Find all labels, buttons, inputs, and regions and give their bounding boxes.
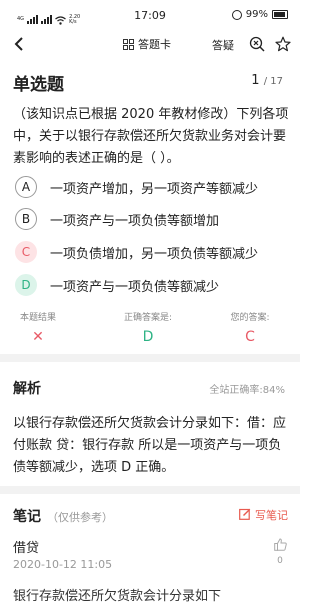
note-text: 借贷: [13, 541, 40, 556]
accuracy-rate: 全站正确率:84%: [209, 385, 285, 396]
option-d[interactable]: D 一项资产与一项负债等额减少: [15, 273, 295, 297]
result-strip: 本题结果 ✕ 正确答案是: D 您的答案: C: [0, 310, 300, 354]
back-icon[interactable]: [12, 36, 28, 52]
your-answer-value: C: [245, 329, 255, 345]
note-date: 2020-10-12 11:05: [13, 558, 113, 571]
your-answer-label: 您的答案:: [230, 313, 270, 323]
write-note-label: 写笔记: [255, 509, 288, 522]
option-letter: C: [15, 241, 37, 263]
like-button[interactable]: 0: [273, 536, 287, 566]
question-total: / 17: [263, 76, 283, 87]
edit-icon: [239, 508, 251, 523]
next-note-preview: 银行存款偿还所欠货款会计分录如下: [13, 589, 222, 604]
analysis-text: 以银行存款偿还所欠货款会计分录如下：借：应付账款 贷：银行存款 所以是一项资产与…: [13, 416, 287, 475]
notes-title-text: 笔记: [13, 509, 41, 525]
analysis-title: 解析: [13, 381, 41, 397]
result-label: 本题结果: [19, 313, 56, 323]
notes-subtitle: （仅供参考）: [47, 511, 113, 524]
option-letter: A: [15, 176, 37, 198]
battery-text: 99%: [245, 9, 268, 20]
like-count: 0: [277, 556, 283, 566]
your-answer-column: 您的答案: C: [200, 310, 300, 345]
search-icon[interactable]: [249, 36, 265, 52]
section-divider: [0, 486, 300, 494]
answer-card-label: 答题卡: [138, 38, 171, 51]
wrong-mark: ✕: [32, 329, 44, 345]
question-current: 1: [251, 73, 260, 88]
section-divider: [0, 354, 300, 362]
question-counter: 1 / 17: [251, 73, 283, 88]
question-type: 单选题: [13, 75, 64, 95]
notes-title: 笔记 （仅供参考）: [13, 506, 113, 526]
option-label: 一项资产与一项负债等额减少: [50, 279, 220, 295]
answer-card-button[interactable]: 答题卡: [123, 36, 171, 52]
nav-bar: 答题卡 答疑: [0, 30, 300, 58]
option-a[interactable]: A 一项资产增加，另一项资产等额减少: [15, 175, 295, 199]
option-c[interactable]: C 一项负债增加，另一项负债等额减少: [15, 240, 295, 264]
option-b[interactable]: B 一项资产与一项负债等额增加: [15, 207, 295, 231]
option-letter: B: [15, 208, 37, 230]
status-bar: 4G 2.20 K/s 17:09 99%: [0, 0, 300, 30]
result-column: 本题结果 ✕: [0, 310, 88, 345]
question-text: （该知识点已根据 2020 年教材修改）下列各项中，关于以银行存款偿还所欠货款业…: [13, 107, 289, 166]
status-right: 99%: [231, 9, 288, 20]
alarm-icon: [231, 9, 242, 20]
correct-answer-value: D: [142, 329, 154, 345]
option-label: 一项负债增加，另一项负债等额减少: [50, 246, 259, 262]
option-letter: D: [15, 274, 37, 296]
grid-icon: [123, 38, 134, 50]
correct-answer-column: 正确答案是: D: [98, 310, 198, 345]
correct-answer-label: 正确答案是:: [123, 313, 173, 323]
thumbs-up-icon: [273, 536, 287, 555]
option-label: 一项资产增加，另一项资产等额减少: [50, 181, 259, 197]
option-label: 一项资产与一项负债等额增加: [50, 213, 220, 229]
battery-icon: [272, 10, 288, 19]
star-icon[interactable]: [275, 36, 291, 52]
write-note-button[interactable]: 写笔记: [239, 507, 288, 523]
ask-button[interactable]: 答疑: [212, 37, 234, 53]
